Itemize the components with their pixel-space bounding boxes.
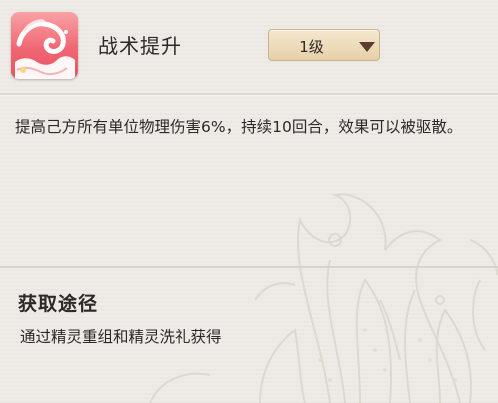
skill-icon: [11, 12, 78, 79]
level-dropdown[interactable]: 1级: [268, 29, 380, 61]
section-divider: [0, 266, 498, 268]
skill-description: 提高己方所有单位物理伤害6%，持续10回合，效果可以被驱散。: [15, 118, 463, 136]
header-divider: [0, 93, 498, 96]
skill-name: 战术提升: [98, 34, 182, 58]
source-text: 通过精灵重组和精灵洗礼获得: [20, 328, 222, 346]
skill-info-panel: 战术提升 1级 提高己方所有单位物理伤害6%，持续10回合，效果可以被驱散。 获…: [0, 0, 498, 403]
level-value: 1级: [299, 38, 324, 56]
source-heading: 获取途径: [18, 293, 99, 315]
triangle-down-icon: [359, 42, 375, 52]
pink-swirl-wave-icon: [11, 12, 78, 79]
